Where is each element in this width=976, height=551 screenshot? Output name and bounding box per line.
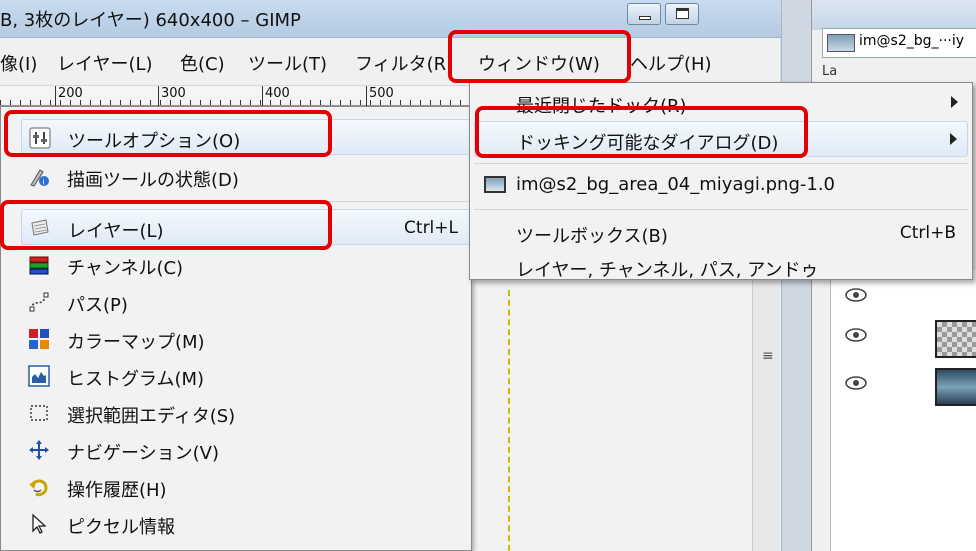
submenu-arrow-icon [950, 133, 957, 145]
minimize-icon [639, 16, 651, 20]
pointer-icon [27, 512, 51, 536]
annotation-box-layers [0, 200, 332, 250]
layer-boundary [508, 290, 510, 551]
menu-item-label: ヒストグラム(M) [67, 369, 205, 390]
annotation-box-tool-options [4, 110, 332, 157]
annotation-box-window-menu [448, 30, 631, 83]
menu-item-accel: Ctrl+L [404, 218, 458, 238]
horizontal-ruler: 200 300 400 500 [0, 86, 472, 106]
paint-dynamics-icon: i [27, 165, 51, 189]
menu-item-label: 描画ツールの状態(D) [67, 170, 239, 191]
paths-icon [27, 290, 51, 314]
submenu-arrow-icon [951, 96, 958, 108]
dockable-dialogs-menu: ツールオプション(O) i 描画ツールの状態(D) レイヤー(L) Ctrl+L… [0, 106, 472, 551]
layer-thumbnail [935, 320, 976, 358]
menu-item-histogram[interactable]: ヒストグラム(M) [21, 358, 471, 394]
navigation-icon [27, 438, 51, 462]
menu-item-label: ピクセル情報 [67, 517, 175, 538]
image-thumbnail [827, 34, 855, 52]
menu-item-channels[interactable]: チャンネル(C) [21, 247, 471, 283]
annotation-box-dockable-dialogs [475, 106, 808, 158]
menu-image[interactable]: 像(I) [0, 50, 37, 76]
layer-list [830, 270, 976, 551]
image-icon [484, 176, 506, 193]
menu-item-label: カラーマップ(M) [67, 332, 205, 353]
histogram-icon [27, 364, 51, 388]
menu-item-paths[interactable]: パス(P) [21, 284, 471, 320]
vertical-scrollbar[interactable]: ≡ [752, 280, 780, 551]
visibility-eye-icon[interactable] [845, 376, 867, 390]
ruler-label: 300 [158, 86, 186, 106]
menu-item-undo-history[interactable]: 操作履歴(H) [21, 469, 471, 505]
window-title: B, 3枚のレイヤー) 640x400 – GIMP [0, 10, 301, 31]
menu-item-accel: Ctrl+B [899, 223, 956, 243]
minimize-button[interactable] [627, 3, 661, 25]
menu-layer[interactable]: レイヤー(L) [57, 50, 153, 76]
dock-titlebar [812, 0, 976, 30]
scroll-grip-icon: ≡ [762, 348, 774, 364]
menu-item-paint-dynamics[interactable]: i 描画ツールの状態(D) [21, 159, 471, 195]
maximize-button[interactable] [665, 3, 699, 25]
canvas-padding [470, 280, 760, 551]
image-selector[interactable]: im@s2_bg_···iy [822, 28, 976, 58]
visibility-eye-icon[interactable] [845, 288, 867, 302]
menu-item-colormap[interactable]: カラーマップ(M) [21, 321, 471, 357]
menu-tools[interactable]: ツール(T) [248, 50, 327, 76]
ruler-label: 400 [262, 86, 290, 106]
menu-separator [474, 209, 968, 210]
menu-item-open-image[interactable]: im@s2_bg_area_04_miyagi.png-1.0 [474, 167, 968, 203]
menu-item-selection-editor[interactable]: 選択範囲エディタ(S) [21, 395, 471, 431]
channels-icon [27, 253, 51, 277]
ruler-label: 500 [366, 86, 394, 106]
menu-item-label: 操作履歴(H) [67, 480, 167, 501]
menu-help[interactable]: ヘルプ(H) [630, 50, 712, 76]
menu-item-label: 選択範囲エディタ(S) [67, 406, 236, 427]
menu-item-label: ツールボックス(B) [516, 226, 668, 247]
svg-text:i: i [43, 178, 45, 187]
undo-history-icon [27, 475, 51, 499]
menu-item-label: ナビゲーション(V) [67, 443, 219, 464]
menu-item-label: レイヤー, チャンネル, パス, アンドゥ [516, 260, 819, 281]
menu-item-pointer[interactable]: ピクセル情報 [21, 506, 471, 542]
selection-editor-icon [27, 401, 51, 425]
menu-item-toolbox[interactable]: ツールボックス(B) Ctrl+B [474, 215, 968, 251]
visibility-eye-icon[interactable] [845, 328, 867, 342]
menu-item-layers-channels-paths-undo[interactable]: レイヤー, チャンネル, パス, アンドゥ [474, 249, 968, 285]
menu-bar: 像(I) レイヤー(L) 色(C) ツール(T) フィルタ(R) ウィンドウ(W… [0, 38, 780, 86]
colormap-icon [27, 327, 51, 351]
maximize-icon [676, 8, 689, 19]
layer-row[interactable] [831, 318, 976, 360]
image-selector-label: im@s2_bg_···iy [859, 33, 965, 49]
dock-tab-fragment[interactable]: La [822, 64, 837, 79]
layer-row[interactable] [831, 366, 976, 408]
ruler-label: 200 [55, 86, 83, 106]
menu-color[interactable]: 色(C) [180, 50, 225, 76]
menu-item-label: チャンネル(C) [67, 258, 184, 279]
menu-separator [474, 163, 968, 164]
menu-item-label: パス(P) [67, 295, 128, 316]
menu-item-navigation[interactable]: ナビゲーション(V) [21, 432, 471, 468]
menu-filters[interactable]: フィルタ(R) [355, 50, 453, 76]
menu-item-label: im@s2_bg_area_04_miyagi.png-1.0 [516, 174, 836, 195]
title-bar: B, 3枚のレイヤー) 640x400 – GIMP [0, 0, 805, 38]
layer-thumbnail [935, 368, 976, 406]
